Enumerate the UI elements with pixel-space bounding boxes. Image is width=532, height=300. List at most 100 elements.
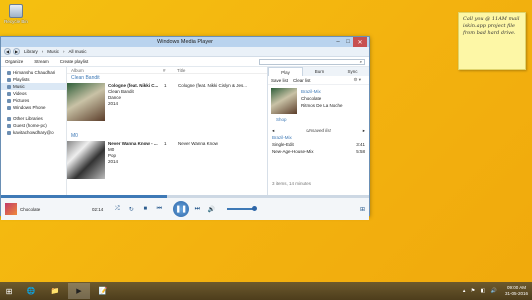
album-meta: Cologne (feat. Nikki C... Clean Bandit D… <box>108 83 159 106</box>
nav-pictures[interactable]: Pictures <box>1 97 66 104</box>
organize-menu[interactable]: Organize <box>5 59 23 64</box>
column-title[interactable]: Title <box>177 68 185 73</box>
previous-icon[interactable]: ⏮ <box>155 205 163 213</box>
file-explorer-icon[interactable]: 📁 <box>44 283 66 299</box>
artist-group-title: M0 <box>71 133 78 139</box>
playlist-item[interactable]: Single-Edit 3:41 <box>268 141 369 148</box>
current-track-title: Chocolate <box>20 206 41 212</box>
nav-kavita[interactable]: kavitachowdhary@o <box>1 129 66 136</box>
video-icon <box>7 91 11 96</box>
column-album[interactable]: Album <box>67 68 163 73</box>
title-bar[interactable]: Windows Media Player – □ ✕ <box>1 37 369 47</box>
album-row[interactable]: Never Wanna Know - ... M0 Pop 2014 1 Nev… <box>67 140 267 190</box>
taskbar: ⊞ 🌐 📁 ▶ 📝 ▴ ⚑ ◧ 🔊 09:00 AM 31-05-2016 <box>0 282 532 300</box>
now-playing-album: Ritmos De La Noche <box>301 103 343 108</box>
list-summary: 3 items, 14 minutes <box>272 181 312 186</box>
artist-group-title: Clean Bandit <box>71 75 100 81</box>
nav-user[interactable]: Himanshu Chaudhari <box>1 69 66 76</box>
picture-icon <box>7 98 11 103</box>
window-title: Windows Media Player <box>157 39 213 45</box>
forward-icon[interactable]: ▶ <box>13 48 20 55</box>
address-bar: ◀ ▶ Library › Music › All music <box>1 47 369 57</box>
shuffle-icon[interactable]: ⤮ <box>113 205 121 213</box>
nav-music[interactable]: Music <box>1 83 66 90</box>
breadcrumb-all-music[interactable]: All music <box>69 49 87 54</box>
tray-icons[interactable]: ▴ ⚑ ◧ 🔊 <box>463 288 499 294</box>
nav-windows-phone[interactable]: Windows Phone <box>1 104 66 111</box>
track-number: 1 <box>164 83 167 88</box>
back-icon[interactable]: ◀ <box>4 48 11 55</box>
sticky-note[interactable]: Call you @ 11AM mail iskin.app project f… <box>458 12 526 70</box>
pause-button[interactable]: ❚❚ <box>173 201 190 217</box>
breadcrumb-library[interactable]: Library <box>24 49 38 54</box>
recycle-bin-label: Recycle Bin <box>4 19 28 24</box>
volume-knob[interactable] <box>252 206 258 211</box>
nav-playlists[interactable]: Playlists <box>1 76 66 83</box>
list-pane: Play Burn Sync Save list Clear list ⚙ ▾ … <box>267 67 369 195</box>
list-toolbar: Save list Clear list ⚙ ▾ <box>268 76 369 85</box>
track-title[interactable]: Never Wanna Know <box>178 140 218 190</box>
window-controls: – □ ✕ <box>333 37 367 47</box>
nav-guest[interactable]: Guest (home-pc) <box>1 122 66 129</box>
elapsed-time: 02:14 <box>92 206 104 212</box>
switch-view-icon[interactable]: ⊞ <box>360 206 365 213</box>
volume-slider[interactable] <box>227 206 258 211</box>
start-button[interactable]: ⊞ <box>0 282 18 300</box>
media-player-window: Windows Media Player – □ ✕ ◀ ▶ Library ›… <box>0 36 370 220</box>
navigation-pane: Himanshu Chaudhari Playlists Music Video… <box>1 67 67 195</box>
tab-sync[interactable]: Sync <box>336 67 369 76</box>
now-playing-artist[interactable]: Brazil-Mix <box>301 88 343 95</box>
album-art[interactable] <box>67 83 105 121</box>
track-number: 1 <box>164 141 167 146</box>
now-playing-art[interactable] <box>271 88 297 114</box>
clock[interactable]: 09:00 AM 31-05-2016 <box>505 285 528 297</box>
internet-explorer-icon[interactable]: 🌐 <box>20 283 42 299</box>
playlist-item[interactable]: Brazil-Mix <box>268 134 369 141</box>
breadcrumb-separator: › <box>41 49 44 54</box>
track-title[interactable]: Cologne (feat. Nikki Cislyn & Jes... <box>178 82 247 132</box>
album-meta: Never Wanna Know - ... M0 Pop 2014 <box>108 141 158 164</box>
close-button[interactable]: ✕ <box>353 37 367 47</box>
playlist-icon <box>7 77 11 82</box>
recycle-bin-icon[interactable]: Recycle Bin <box>4 4 28 24</box>
music-icon <box>7 84 11 89</box>
create-playlist-menu[interactable]: Create playlist <box>60 59 89 64</box>
clock-date: 31-05-2016 <box>504 291 528 296</box>
system-tray: ▴ ⚑ ◧ 🔊 09:00 AM 31-05-2016 <box>463 285 532 297</box>
list-options-icon[interactable]: ⚙ ▾ <box>353 77 361 83</box>
search-icon: ⌕ <box>359 59 362 64</box>
stream-menu[interactable]: Stream <box>34 59 49 64</box>
maximize-button[interactable]: □ <box>343 37 353 47</box>
mute-icon[interactable]: 🔊 <box>207 205 215 213</box>
chevron-right-icon[interactable]: ▸ <box>363 128 365 134</box>
unsaved-list-title: Unsaved list <box>306 128 331 133</box>
search-input[interactable]: ⌕ <box>259 58 365 65</box>
media-player-icon[interactable]: ▶ <box>68 283 90 299</box>
nav-videos[interactable]: Videos <box>1 90 66 97</box>
user-icon <box>7 123 11 128</box>
tab-burn[interactable]: Burn <box>303 67 336 76</box>
stop-icon[interactable]: ■ <box>141 205 149 213</box>
playback-controls: Chocolate 02:14 ⤮ ↻ ■ ⏮ ❚❚ ⏭ 🔊 ⊞ <box>1 198 369 220</box>
user-icon <box>7 130 11 135</box>
repeat-icon[interactable]: ↻ <box>127 205 135 213</box>
library-content: Album # Title Clean Bandit Cologne (feat… <box>67 67 267 195</box>
tab-play[interactable]: Play <box>268 67 303 76</box>
playlist-item[interactable]: New-Age-House-Mix 5:58 <box>268 148 369 155</box>
breadcrumb-separator: › <box>63 49 65 54</box>
recycle-bin-graphic <box>9 4 23 18</box>
clear-list-button[interactable]: Clear list <box>293 78 311 83</box>
sticky-notes-icon[interactable]: 📝 <box>92 283 114 299</box>
breadcrumb-music[interactable]: Music <box>47 49 59 54</box>
user-icon <box>7 70 11 75</box>
minimize-button[interactable]: – <box>333 37 343 47</box>
save-list-button[interactable]: Save list <box>271 78 288 83</box>
album-art[interactable] <box>67 141 105 179</box>
column-number[interactable]: # <box>163 68 177 73</box>
library-toolbar: Organize Stream Create playlist ⌕ <box>1 57 369 67</box>
current-track-art[interactable] <box>5 203 17 215</box>
nav-other-libraries[interactable]: Other Libraries <box>1 115 66 122</box>
next-icon[interactable]: ⏭ <box>193 205 201 213</box>
list-tabs: Play Burn Sync <box>268 67 369 76</box>
album-row[interactable]: Cologne (feat. Nikki C... Clean Bandit D… <box>67 82 267 132</box>
